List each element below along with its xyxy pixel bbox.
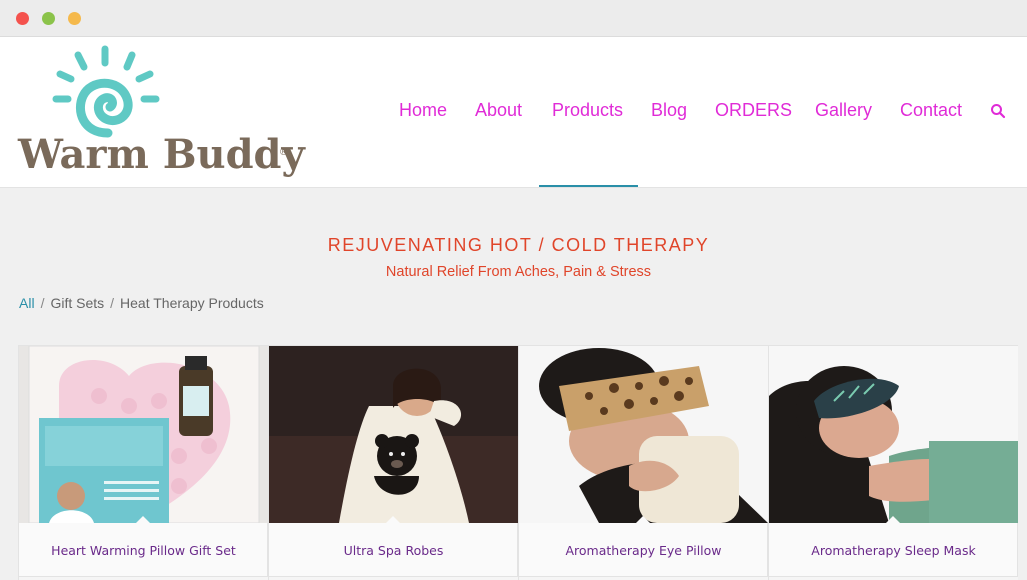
main-nav: Home About Products Blog ORDERS Gallery … [0, 37, 1027, 188]
card-notch [635, 516, 651, 524]
nav-blog[interactable]: Blog [651, 100, 687, 121]
page-title: REJUVENATING HOT / COLD THERAPY [327, 235, 710, 255]
minimize-window-button[interactable] [42, 12, 55, 25]
filter-all[interactable]: All [19, 295, 35, 311]
product-image-eye-pillow [519, 346, 768, 523]
product-title[interactable]: Aromatherapy Eye Pillow [519, 543, 768, 558]
window-titlebar [0, 0, 1027, 37]
product-grid: Heart Warming Pillow Gift Set Ultra Spa … [18, 345, 1019, 580]
product-image-sleep-mask [769, 346, 1018, 523]
product-title[interactable]: Ultra Spa Robes [269, 543, 518, 558]
product-card[interactable]: Aromatherapy Eye Pillow [518, 345, 768, 580]
card-divider [269, 576, 518, 580]
nav-home[interactable]: Home [399, 100, 447, 121]
product-image-spa-robe [269, 346, 518, 523]
filter-separator: / [110, 295, 115, 311]
nav-products[interactable]: Products [552, 100, 623, 121]
product-card[interactable]: Heart Warming Pillow Gift Set [18, 345, 268, 580]
card-notch [885, 516, 901, 524]
nav-contact[interactable]: Contact [900, 100, 962, 121]
product-card[interactable]: Aromatherapy Sleep Mask [768, 345, 1018, 580]
card-notch [385, 516, 401, 524]
card-divider [19, 576, 268, 580]
filter-heat-therapy[interactable]: Heat Therapy Products [120, 295, 264, 311]
maximize-window-button[interactable] [68, 12, 81, 25]
card-notch [135, 516, 151, 524]
nav-gallery[interactable]: Gallery [815, 100, 872, 121]
card-divider [769, 576, 1018, 580]
product-image-heart-pillow [19, 346, 268, 523]
product-title[interactable]: Heart Warming Pillow Gift Set [19, 543, 268, 558]
filter-gift-sets[interactable]: Gift Sets [50, 295, 104, 311]
product-card[interactable]: Ultra Spa Robes [268, 345, 518, 580]
page-subtitle: Natural Relief From Aches, Pain & Stress [385, 264, 652, 280]
category-filter: All / Gift Sets / Heat Therapy Products [19, 295, 264, 311]
close-window-button[interactable] [16, 12, 29, 25]
active-nav-indicator [539, 185, 638, 187]
nav-about[interactable]: About [475, 100, 522, 121]
product-title[interactable]: Aromatherapy Sleep Mask [769, 543, 1018, 558]
site-header: Warm Buddy ® Home About Products Blog OR… [0, 37, 1027, 188]
nav-orders[interactable]: ORDERS [715, 100, 792, 121]
filter-separator: / [40, 295, 45, 311]
search-icon[interactable] [990, 103, 1006, 119]
card-divider [519, 576, 768, 580]
